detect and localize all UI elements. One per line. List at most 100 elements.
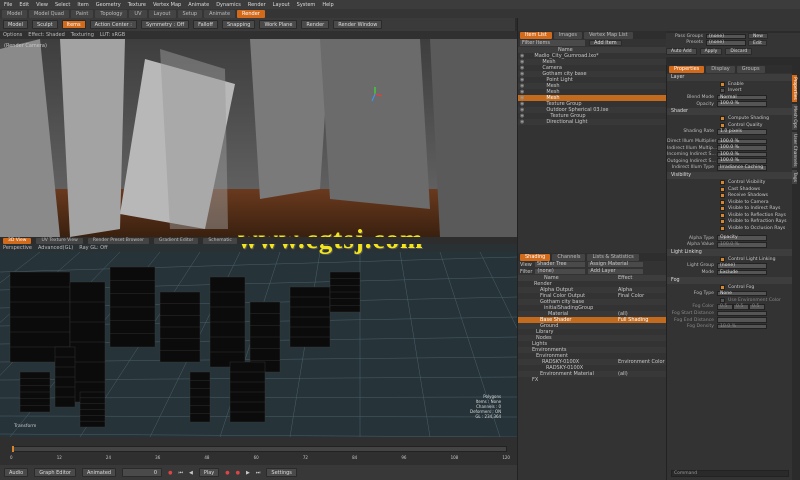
auto-add-button[interactable]: Auto Add [666, 48, 697, 56]
visibility-checkbox[interactable] [720, 226, 725, 232]
light-group-dropdown[interactable]: (none) [717, 263, 767, 269]
shading-mode-dropdown[interactable]: Advanced(GL) [38, 245, 73, 251]
audio-button[interactable]: Audio [4, 468, 29, 477]
viewport-effect[interactable]: Effect: Shaded [28, 32, 65, 38]
fog-color-r[interactable]: 0.5 [717, 304, 733, 310]
menu-dynamics[interactable]: Dynamics [216, 2, 241, 8]
visibility-section[interactable]: Visibility [667, 172, 792, 180]
assign-material-button[interactable]: Assign Material [587, 261, 643, 268]
fog-start-field[interactable] [717, 310, 767, 317]
mode-dropdown[interactable]: Exclude [717, 269, 767, 276]
menu-geometry[interactable]: Geometry [96, 2, 121, 8]
menu-render[interactable]: Render [248, 2, 266, 8]
layout-tab-paint[interactable]: Paint [70, 9, 94, 18]
play-button[interactable]: Play [198, 468, 220, 477]
visibility-checkbox[interactable] [720, 193, 725, 199]
symmetry-dropdown[interactable]: Symmetry : Off [141, 20, 190, 29]
action-center-dropdown[interactable]: Action Center : [89, 20, 137, 29]
outgoing-indirect-field[interactable]: 100.0 % [717, 158, 767, 164]
side-tab-1[interactable]: Mesh Ops [792, 103, 797, 130]
visibility-checkbox[interactable] [720, 219, 725, 225]
perspective-viewport[interactable]: Perspective Advanced(GL) Ray GL: Off Pol… [0, 244, 517, 437]
blend-mode-dropdown[interactable]: Normal [717, 94, 767, 101]
fog-density-field[interactable]: 10.0 % [717, 323, 767, 330]
viewport-tab-1[interactable]: UV Texture View [36, 237, 83, 244]
timeline-track[interactable] [12, 446, 507, 452]
menu-item[interactable]: Item [77, 2, 88, 8]
snapping-button[interactable]: Snapping [221, 20, 256, 29]
render-window-button[interactable]: Render Window [333, 20, 383, 29]
control-quality-checkbox[interactable] [720, 122, 725, 128]
render-button[interactable]: Render [301, 20, 330, 29]
item-row[interactable]: ◉ Directional Light [518, 119, 666, 125]
work-plane-button[interactable]: Work Plane [259, 20, 298, 29]
prev-key-icon[interactable]: ◀ [189, 470, 193, 476]
layer-section[interactable]: Layer [667, 74, 792, 81]
visibility-option[interactable]: Visible to Occlusion Rays [667, 225, 792, 232]
settings-button[interactable]: Settings [266, 468, 297, 477]
falloff-dropdown[interactable]: Falloff [193, 20, 218, 29]
light-linking-section[interactable]: Light Linking [667, 249, 792, 257]
discard-button[interactable]: Discard [725, 48, 753, 56]
key-icon-2[interactable]: ● [236, 470, 240, 476]
filter-dropdown[interactable]: (none) [535, 268, 586, 275]
layout-tab-topology[interactable]: Topology [95, 9, 128, 18]
layout-tab-layout[interactable]: Layout [148, 9, 176, 18]
properties-tab-1[interactable]: Display [706, 65, 735, 73]
item-list-tab-1[interactable]: Images [553, 31, 582, 39]
visibility-option[interactable]: Visible to Refraction Rays [667, 219, 792, 226]
animated-dropdown[interactable]: Animated [81, 468, 117, 477]
viewport-tab-0[interactable]: 3D View [3, 237, 32, 244]
visibility-option[interactable]: Visible to Indirect Rays [667, 206, 792, 213]
invert-checkbox[interactable] [720, 88, 725, 94]
viewport-texturing[interactable]: Texturing [71, 32, 94, 38]
layout-tab-setup[interactable]: Setup [177, 9, 203, 18]
indirect-illum-field[interactable]: 100.0 % [717, 145, 767, 151]
side-tab-0[interactable]: Properties [792, 75, 797, 102]
visibility-checkbox[interactable] [720, 186, 725, 192]
menu-select[interactable]: Select [55, 2, 70, 8]
item-list-tab-2[interactable]: Vertex Map List [583, 31, 633, 39]
visibility-option[interactable]: Receive Shadows [667, 192, 792, 199]
enable-checkbox[interactable] [720, 81, 725, 87]
side-tab-2[interactable]: User Channels [792, 131, 797, 169]
new-button[interactable]: New [748, 33, 769, 40]
render-viewport[interactable]: Options Effect: Shaded Texturing LUT: sR… [0, 31, 517, 237]
apply-button[interactable]: Apply [699, 48, 723, 56]
visibility-checkbox[interactable] [720, 179, 725, 185]
record-icon[interactable]: ● [168, 470, 172, 476]
menu-edit[interactable]: Edit [19, 2, 29, 8]
visibility-checkbox[interactable] [720, 206, 725, 212]
visibility-option[interactable]: Visible to Camera [667, 199, 792, 206]
command-input[interactable]: Command [671, 470, 789, 477]
layout-tab-model[interactable]: Model [2, 9, 28, 18]
menu-help[interactable]: Help [322, 2, 333, 8]
shader-row[interactable]: FX [518, 377, 666, 383]
menu-layout[interactable]: Layout [273, 2, 290, 8]
indirect-type-dropdown[interactable]: Irradiance Caching [717, 165, 767, 171]
sculpt-button[interactable]: Sculpt [32, 20, 58, 29]
ray-gl-toggle[interactable]: Ray GL: Off [79, 245, 107, 251]
menu-file[interactable]: File [4, 2, 12, 8]
properties-tab-2[interactable]: Groups [736, 65, 765, 73]
view-dropdown[interactable]: Shader Tree [534, 261, 585, 268]
layout-tab-model-quad[interactable]: Model Quad [29, 9, 69, 18]
visibility-option[interactable]: Control Visibility [667, 179, 792, 186]
visibility-checkbox[interactable] [720, 199, 725, 205]
viewport-options[interactable]: Options [3, 32, 22, 38]
pass-groups-dropdown[interactable]: (none) [706, 33, 746, 40]
layout-tab-render[interactable]: Render [237, 9, 265, 18]
playhead[interactable] [12, 446, 14, 452]
viewport-tab-4[interactable]: Schematic [203, 237, 237, 244]
key-icon[interactable]: ● [225, 470, 229, 476]
menu-texture[interactable]: Texture [128, 2, 146, 8]
viewport-tab-3[interactable]: Gradient Editor [153, 237, 199, 244]
use-environment-color-checkbox[interactable] [720, 297, 725, 303]
menu-system[interactable]: System [297, 2, 316, 8]
fog-color-b[interactable]: 0.5 [749, 304, 765, 310]
graph-editor-button[interactable]: Graph Editor [34, 468, 76, 477]
direct-illum-field[interactable]: 100.0 % [717, 138, 767, 145]
menu-animate[interactable]: Animate [188, 2, 209, 8]
alpha-value-field[interactable]: 100.0 % [717, 242, 767, 248]
shading-rate-field[interactable]: 1.0 pixels [717, 129, 767, 135]
